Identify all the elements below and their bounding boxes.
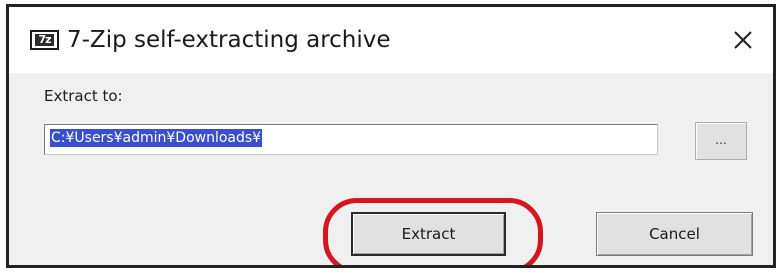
extract-path-input[interactable]: C:¥Users¥admin¥Downloads¥ bbox=[44, 124, 658, 155]
title-bar: 7z 7-Zip self-extracting archive bbox=[9, 7, 773, 73]
close-icon bbox=[734, 31, 752, 49]
7zip-icon: 7z bbox=[30, 30, 59, 50]
extract-button[interactable]: Extract bbox=[351, 212, 506, 256]
close-button[interactable] bbox=[713, 7, 773, 73]
sfx-dialog-window: 7z 7-Zip self-extracting archive Extract… bbox=[6, 4, 776, 268]
cancel-button[interactable]: Cancel bbox=[596, 212, 753, 256]
window-title: 7-Zip self-extracting archive bbox=[67, 27, 391, 53]
extract-to-label: Extract to: bbox=[44, 87, 123, 105]
7zip-icon-text: 7z bbox=[35, 34, 54, 46]
path-selected-text: C:¥Users¥admin¥Downloads¥ bbox=[50, 129, 263, 147]
browse-button[interactable]: ... bbox=[695, 122, 747, 160]
